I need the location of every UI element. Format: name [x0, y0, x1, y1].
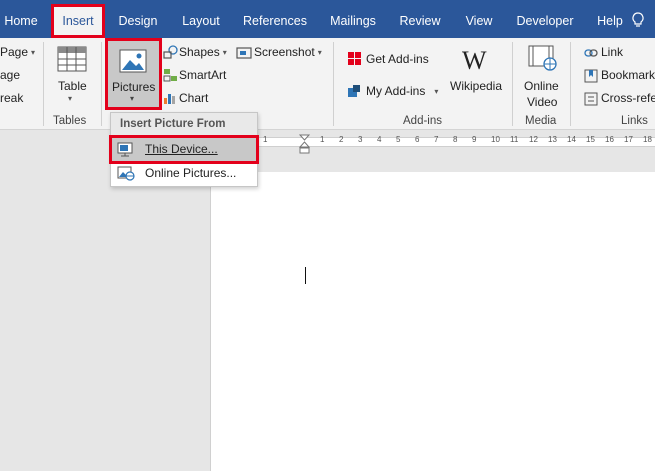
- ruler-mark: 5: [396, 135, 401, 144]
- media-group-label: Media: [525, 115, 557, 127]
- cross-reference-button[interactable]: Cross-refe: [601, 91, 655, 105]
- online-pictures-item[interactable]: Online Pictures...: [112, 162, 256, 185]
- indent-marker-icon[interactable]: [299, 134, 310, 154]
- ruler-mark: 2: [339, 135, 344, 144]
- table-icon[interactable]: [57, 46, 87, 72]
- computer-icon: [117, 142, 133, 157]
- tab-home[interactable]: Home: [0, 0, 42, 38]
- ribbon-tab-bar: Home Insert Design Layout References Mai…: [0, 0, 655, 38]
- tab-references[interactable]: References: [240, 0, 310, 38]
- break-button[interactable]: reak: [0, 91, 23, 105]
- tab-layout[interactable]: Layout: [174, 0, 228, 38]
- addins-group-label: Add-ins: [403, 115, 442, 127]
- tables-group-label: Tables: [53, 115, 87, 127]
- ruler-mark: 14: [567, 135, 576, 144]
- lightbulb-icon[interactable]: [630, 12, 646, 28]
- ruler-mark: 8: [453, 135, 458, 144]
- ruler-mark: 7: [434, 135, 439, 144]
- tab-mailings[interactable]: Mailings: [322, 0, 384, 38]
- ruler-mark: 3: [358, 135, 363, 144]
- screenshot-icon: [236, 47, 252, 59]
- this-device-item[interactable]: This Device...: [112, 138, 256, 161]
- tab-help[interactable]: Help: [592, 0, 628, 38]
- smartart-button[interactable]: SmartArt: [179, 68, 226, 82]
- ruler-mark: 16: [605, 135, 614, 144]
- page-break-button[interactable]: age: [0, 68, 20, 82]
- smartart-icon: [163, 69, 177, 82]
- my-addins-button[interactable]: My Add-ins ▾: [366, 84, 438, 98]
- document-page[interactable]: [210, 172, 655, 471]
- store-icon: [348, 52, 361, 65]
- pictures-button[interactable]: Pictures ▾: [107, 40, 160, 107]
- text-cursor: [305, 267, 306, 284]
- ruler-mark: 17: [624, 135, 633, 144]
- tab-design[interactable]: Design: [112, 0, 164, 38]
- table-dropdown-caret: ▾: [68, 94, 73, 103]
- link-icon: [584, 49, 598, 57]
- shapes-button[interactable]: Shapes ▾: [179, 45, 227, 59]
- page-button[interactable]: Page ▾: [0, 45, 35, 59]
- tab-view[interactable]: View: [460, 0, 498, 38]
- dropdown-header: Insert Picture From: [111, 113, 257, 135]
- chart-button[interactable]: Chart: [179, 91, 208, 105]
- online-video-label-2: Video: [527, 95, 558, 109]
- online-video-icon[interactable]: [528, 44, 558, 72]
- this-device-label: This Device...: [145, 142, 218, 156]
- tab-review[interactable]: Review: [394, 0, 446, 38]
- my-addins-icon: [348, 85, 360, 97]
- tab-developer[interactable]: Developer: [512, 0, 578, 38]
- ruler-mark: 11: [510, 135, 519, 144]
- ribbon-panel: Page ▾ age reak Table ▾ Tables Pictures ▾…: [0, 38, 655, 130]
- insert-picture-dropdown: Insert Picture From This Device... Onlin…: [110, 112, 258, 187]
- pictures-label: Pictures: [112, 80, 156, 94]
- cross-reference-icon: [584, 92, 598, 106]
- bookmark-button[interactable]: Bookmark: [601, 68, 655, 82]
- bookmark-icon: [584, 69, 598, 83]
- picture-icon: [119, 49, 147, 73]
- shapes-icon: [163, 45, 178, 59]
- online-video-label-1: Online: [524, 79, 559, 93]
- pictures-caret: ▾: [130, 94, 135, 103]
- wikipedia-icon: W: [462, 46, 487, 75]
- links-group-label: Links: [621, 115, 648, 127]
- ruler-mark: 1: [263, 135, 268, 144]
- get-addins-button[interactable]: Get Add-ins: [366, 52, 429, 66]
- link-button[interactable]: Link: [601, 45, 623, 59]
- online-pictures-icon: [117, 166, 135, 181]
- ruler-mark: 9: [472, 135, 477, 144]
- ruler-mark: 1: [320, 135, 325, 144]
- screenshot-button[interactable]: Screenshot ▾: [254, 45, 322, 59]
- table-button[interactable]: Table: [58, 79, 87, 93]
- ruler-mark: 6: [415, 135, 420, 144]
- ruler-mark: 15: [586, 135, 595, 144]
- ruler-mark: 18: [643, 135, 652, 144]
- ruler-mark: 10: [491, 135, 500, 144]
- wikipedia-button[interactable]: Wikipedia: [450, 79, 502, 93]
- ruler-mark: 12: [529, 135, 538, 144]
- ruler-mark: 4: [377, 135, 382, 144]
- chart-icon: [164, 94, 175, 104]
- tab-insert[interactable]: Insert: [52, 6, 104, 38]
- online-pictures-label: Online Pictures...: [145, 166, 237, 180]
- ruler-mark: 13: [548, 135, 557, 144]
